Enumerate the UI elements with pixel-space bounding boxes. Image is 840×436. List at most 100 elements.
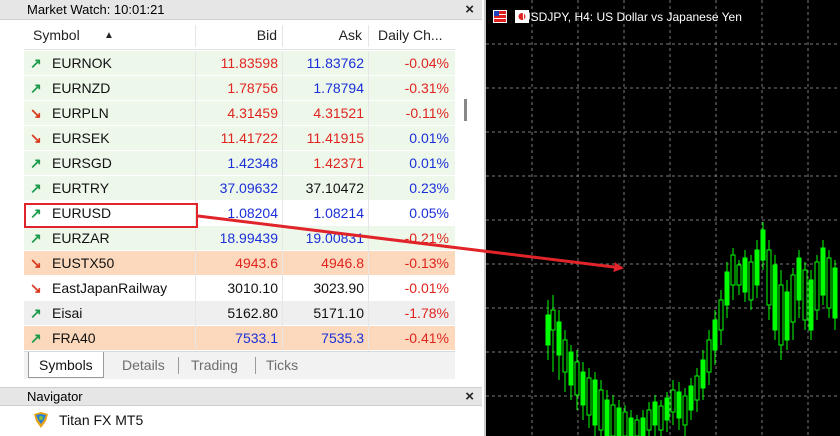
cell-divider xyxy=(368,276,369,301)
tab-symbols[interactable]: Symbols xyxy=(28,352,104,378)
table-row[interactable]: ↗ EURNZD 1.78756 1.78794 -0.31% xyxy=(24,76,455,101)
ask-cell: 4946.8 xyxy=(321,255,364,271)
cell-divider xyxy=(195,301,196,326)
daily-change-cell: -0.04% xyxy=(404,55,449,71)
market-watch-panel: Market Watch: 10:01:21 × Symbol ▲ Bid As… xyxy=(0,0,482,384)
daily-change-cell: 0.05% xyxy=(409,205,449,221)
candle-body xyxy=(760,229,766,261)
symbol-cell: EURNOK xyxy=(52,55,112,71)
candle-body xyxy=(748,261,754,301)
cell-divider xyxy=(195,51,196,76)
broker-icon xyxy=(34,412,48,428)
cell-divider xyxy=(195,276,196,301)
table-row[interactable]: ↘ EUSTX50 4943.6 4946.8 -0.13% xyxy=(24,251,455,276)
bid-cell: 1.08204 xyxy=(227,205,278,221)
trend-up-icon: ↗ xyxy=(30,55,42,71)
bid-cell: 4943.6 xyxy=(235,255,278,271)
candle-body xyxy=(796,257,802,301)
ask-cell: 5171.10 xyxy=(313,305,364,321)
candle-body xyxy=(646,409,652,431)
candle-body xyxy=(562,339,568,373)
chart-window[interactable]: USDJPY, H4: US Dollar vs Japanese Yen xyxy=(484,0,840,436)
cell-divider xyxy=(282,76,283,101)
cell-divider xyxy=(368,76,369,101)
candle-body xyxy=(634,419,640,436)
navigator-close-icon[interactable]: × xyxy=(465,388,474,406)
table-row[interactable]: ↘ EURSEK 11.41722 11.41915 0.01% xyxy=(24,126,455,151)
table-row[interactable]: ↗ EURTRY 37.09632 37.10472 0.23% xyxy=(24,176,455,201)
candle-body xyxy=(670,389,676,413)
candle-body xyxy=(688,385,694,411)
bid-cell: 4.31459 xyxy=(227,105,278,121)
cell-divider xyxy=(368,126,369,151)
trend-down-icon: ↘ xyxy=(30,105,42,121)
trend-up-icon: ↗ xyxy=(30,80,42,96)
column-divider[interactable] xyxy=(368,25,369,47)
candle-body xyxy=(724,271,730,306)
symbol-cell: EastJapanRailway xyxy=(52,280,168,296)
table-row[interactable]: ↘ EastJapanRailway 3010.10 3023.90 -0.01% xyxy=(24,276,455,301)
chart-title: USDJPY, H4: US Dollar vs Japanese Yen xyxy=(522,10,742,24)
bid-cell: 3010.10 xyxy=(227,280,278,296)
candle-body xyxy=(772,264,778,331)
tab-trading[interactable]: Trading xyxy=(191,352,238,378)
candle-body xyxy=(640,417,646,436)
tab-divider xyxy=(178,357,179,374)
bid-cell: 37.09632 xyxy=(219,180,278,196)
candle-body xyxy=(694,375,700,401)
candle-body xyxy=(742,257,748,293)
daily-change-cell: -0.31% xyxy=(404,80,449,96)
trend-down-icon: ↘ xyxy=(30,130,42,146)
column-header-daily-change[interactable]: Daily Ch... xyxy=(378,21,443,50)
market-watch-close-icon[interactable]: × xyxy=(465,0,474,20)
candle-body xyxy=(586,377,592,416)
table-row[interactable]: ↘ EURPLN 4.31459 4.31521 -0.11% xyxy=(24,101,455,126)
candle-body xyxy=(700,359,706,389)
tab-ticks[interactable]: Ticks xyxy=(266,352,298,378)
candle-body xyxy=(568,351,574,386)
candle-body xyxy=(658,405,664,431)
table-row[interactable]: ↗ FRA40 7533.1 7535.3 -0.41% xyxy=(24,326,455,351)
table-row[interactable]: ↗ EURNOK 11.83598 11.83762 -0.04% xyxy=(24,51,455,76)
candle-body xyxy=(784,291,790,341)
sort-ascending-icon[interactable]: ▲ xyxy=(104,21,114,50)
symbol-cell: EURSGD xyxy=(52,155,112,171)
column-header-bid[interactable]: Bid xyxy=(257,21,277,50)
market-watch-scrollbar[interactable] xyxy=(457,51,475,351)
chart-canvas[interactable] xyxy=(486,0,840,436)
column-header-symbol[interactable]: Symbol xyxy=(33,21,80,50)
symbol-cell: EURZAR xyxy=(52,230,110,246)
table-row[interactable]: ↗ EURSGD 1.42348 1.42371 0.01% xyxy=(24,151,455,176)
tab-details[interactable]: Details xyxy=(122,352,165,378)
daily-change-cell: 0.23% xyxy=(409,180,449,196)
candle-body xyxy=(766,249,772,306)
daily-change-cell: -0.11% xyxy=(405,105,449,121)
eurusd-highlight-box xyxy=(24,203,198,228)
candle-body xyxy=(610,404,616,436)
table-row[interactable]: ↗ Eisai 5162.80 5171.10 -1.78% xyxy=(24,301,455,326)
market-watch-titlebar: Market Watch: 10:01:21 × xyxy=(0,0,482,20)
tab-divider xyxy=(255,357,256,374)
column-divider[interactable] xyxy=(282,25,283,47)
cell-divider xyxy=(368,226,369,251)
navigator-tree: Titan FX MT5 xyxy=(24,407,482,436)
trend-up-icon: ↗ xyxy=(30,305,42,321)
candle-body xyxy=(676,391,682,419)
table-row[interactable]: ↗ EURZAR 18.99439 19.00831 -0.21% xyxy=(24,226,455,251)
column-divider[interactable] xyxy=(195,25,196,47)
bid-cell: 18.99439 xyxy=(219,230,278,246)
cell-divider xyxy=(368,251,369,276)
bid-cell: 7533.1 xyxy=(235,330,278,346)
column-header-ask[interactable]: Ask xyxy=(339,21,362,50)
ask-cell: 4.31521 xyxy=(313,105,364,121)
cell-divider xyxy=(282,276,283,301)
bid-cell: 5162.80 xyxy=(227,305,278,321)
cell-divider xyxy=(195,126,196,151)
trend-down-icon: ↘ xyxy=(30,280,42,296)
cell-divider xyxy=(282,301,283,326)
candle-body xyxy=(814,261,820,311)
candle-body xyxy=(736,264,742,286)
navigator-titlebar: Navigator × xyxy=(0,387,482,406)
cell-divider xyxy=(368,176,369,201)
scrollbar-thumb[interactable] xyxy=(464,99,467,121)
